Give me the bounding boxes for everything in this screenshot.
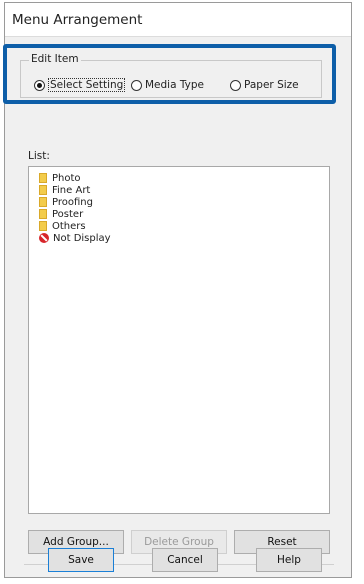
cancel-button[interactable]: Cancel xyxy=(152,548,218,572)
list-item-fine-art[interactable]: Fine Art xyxy=(39,185,90,197)
list-item-label: Poster xyxy=(52,209,84,220)
list-item-label: Fine Art xyxy=(52,185,91,196)
radio-label: Paper Size xyxy=(244,79,299,91)
help-button[interactable]: Help xyxy=(256,548,322,572)
radio-unchecked-icon xyxy=(230,79,241,91)
list-item-proofing[interactable]: Proofing xyxy=(39,197,93,209)
radio-media-type[interactable]: Media Type xyxy=(131,78,204,92)
radio-label: Select Setting xyxy=(48,78,126,92)
list-item-label: Photo xyxy=(52,173,81,184)
radio-paper-size[interactable]: Paper Size xyxy=(230,78,299,92)
radio-checked-icon xyxy=(34,79,45,91)
folder-icon xyxy=(39,185,47,195)
window-title: Menu Arrangement xyxy=(5,3,351,37)
edit-item-legend: Edit Item xyxy=(29,53,81,65)
list-box[interactable]: Photo Fine Art Proofing Poster Others No… xyxy=(28,166,330,514)
list-item-poster[interactable]: Poster xyxy=(39,209,83,221)
folder-icon xyxy=(39,173,47,183)
radio-unchecked-icon xyxy=(131,79,142,91)
list-label: List: xyxy=(28,150,50,162)
list-item-not-display[interactable]: Not Display xyxy=(39,233,111,245)
list-item-photo[interactable]: Photo xyxy=(39,173,81,185)
folder-icon xyxy=(39,221,47,231)
radio-select-setting[interactable]: Select Setting xyxy=(34,78,126,92)
not-display-icon xyxy=(39,233,49,243)
folder-icon xyxy=(39,209,47,219)
list-item-label: Not Display xyxy=(53,233,111,244)
save-button[interactable]: Save xyxy=(48,548,114,572)
list-item-label: Proofing xyxy=(52,197,93,208)
list-item-label: Others xyxy=(52,221,86,232)
folder-icon xyxy=(39,197,47,207)
list-item-others[interactable]: Others xyxy=(39,221,86,233)
radio-label: Media Type xyxy=(145,79,204,91)
